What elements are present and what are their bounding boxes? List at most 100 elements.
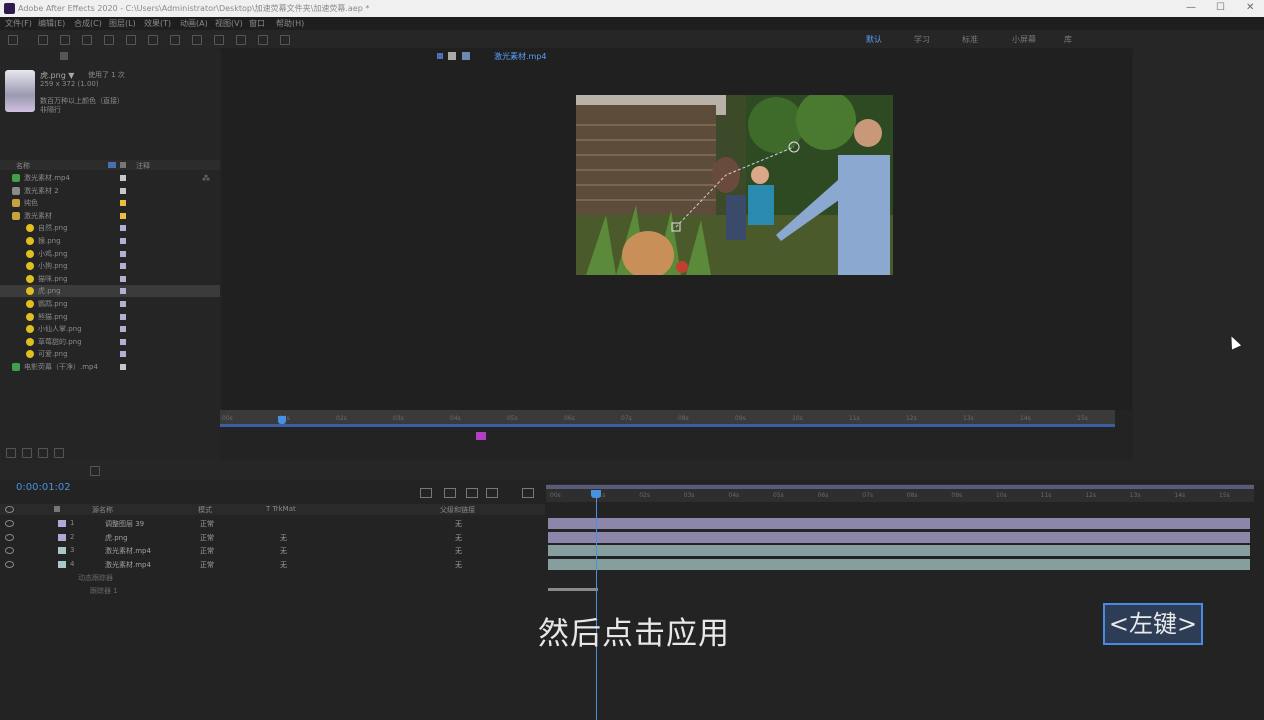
label-header-icon[interactable] (54, 506, 60, 512)
timeline-tab-icon[interactable] (90, 466, 100, 476)
layer-parent-dropdown[interactable]: 无 (455, 546, 462, 556)
close-button[interactable]: ✕ (1246, 2, 1254, 13)
footage-playhead-icon[interactable] (278, 416, 286, 424)
project-item[interactable]: 熊猫.png (0, 311, 220, 323)
visibility-eye-icon[interactable] (5, 533, 14, 541)
layer-label-swatch[interactable] (58, 547, 66, 554)
folder-icon[interactable] (22, 448, 32, 458)
project-item[interactable]: 纯色 (0, 197, 220, 209)
tracker-duration-bar[interactable] (548, 588, 598, 591)
timeline-work-area[interactable] (546, 485, 1254, 489)
label-color-swatch[interactable] (120, 301, 126, 307)
menu-help[interactable]: 帮助(H) (276, 18, 304, 29)
column-trkmat[interactable]: T TrkMat (266, 505, 296, 513)
layer-mode-dropdown[interactable]: 正常 (200, 560, 214, 570)
project-item[interactable]: 猴.png (0, 235, 220, 247)
layer-track-bar[interactable] (548, 558, 1250, 570)
project-item[interactable]: 小狗.png (0, 260, 220, 272)
layer-trkmat-dropdown[interactable]: 无 (280, 560, 287, 570)
layer-trkmat-dropdown[interactable]: 无 (280, 546, 287, 556)
project-item[interactable]: 激光素材.mp4 (0, 172, 220, 184)
visibility-eye-icon[interactable] (5, 560, 14, 568)
label-color-swatch[interactable] (120, 175, 126, 181)
project-item[interactable]: 激光素材 (0, 210, 220, 222)
layer-track-bar[interactable] (548, 518, 1250, 529)
layer-parent-dropdown[interactable]: 无 (455, 560, 462, 570)
layer-name[interactable]: 虎.png (105, 533, 128, 543)
column-name[interactable]: 名称 (16, 161, 30, 171)
project-item[interactable]: 电影荧幕（干净）.mp4 (0, 361, 220, 373)
current-timecode[interactable]: 0:00:01:02 (16, 482, 71, 493)
project-tab-icon[interactable] (60, 52, 68, 60)
label-color-swatch[interactable] (120, 250, 126, 257)
label-color-swatch[interactable] (120, 288, 126, 295)
layer-name[interactable]: 调整图层 39 (105, 519, 144, 529)
project-item[interactable]: 草莓甜的.png (0, 336, 220, 348)
layer-label-swatch[interactable] (58, 560, 66, 568)
layer-row[interactable]: 2 虎.png 正常 无 无 (0, 531, 545, 544)
sort-arrow-icon[interactable] (108, 162, 116, 168)
menu-edit[interactable]: 编辑(E) (38, 18, 65, 29)
menu-composition[interactable]: 合成(C) (74, 18, 102, 29)
project-item[interactable]: 可爱.png (0, 348, 220, 360)
label-tag-icon[interactable] (120, 162, 126, 168)
menu-window[interactable]: 窗口 (249, 18, 265, 29)
label-color-swatch[interactable] (120, 275, 126, 282)
pen-tool-icon[interactable] (192, 35, 202, 45)
workspace-small-screen[interactable]: 小屏幕 (1012, 34, 1036, 45)
label-color-swatch[interactable] (120, 338, 126, 345)
workspace-standard[interactable]: 标准 (962, 34, 978, 45)
label-color-swatch[interactable] (120, 225, 126, 232)
new-comp-icon[interactable] (38, 448, 48, 458)
layer-row[interactable]: 3 激光素材.mp4 正常 无 无 (0, 544, 545, 557)
workspace-libraries[interactable]: 库 (1064, 34, 1072, 45)
column-source-name[interactable]: 源名称 (92, 505, 113, 515)
column-mode[interactable]: 模式 (198, 505, 212, 515)
camera-tool-icon[interactable] (126, 35, 136, 45)
label-color-swatch[interactable] (120, 326, 126, 333)
layer-parent-dropdown[interactable]: 无 (455, 533, 462, 543)
project-item[interactable]: 猫咪.png (0, 273, 220, 285)
playhead-handle-icon[interactable] (590, 490, 601, 498)
menu-animation[interactable]: 动画(A) (180, 18, 208, 29)
motion-tracker-row[interactable]: 动态跟踪器 (78, 573, 113, 583)
layer-name[interactable]: 激光素材.mp4 (105, 546, 151, 556)
frame-blending-icon[interactable] (444, 488, 456, 498)
project-item[interactable]: 小鸡.png (0, 248, 220, 260)
label-color-swatch[interactable] (120, 238, 126, 244)
column-comment[interactable]: 注释 (136, 161, 150, 171)
marker-icon[interactable] (476, 432, 486, 440)
layer-track-bar[interactable] (548, 531, 1250, 543)
layer-track-bar[interactable] (548, 545, 1250, 556)
label-color-swatch[interactable] (120, 364, 126, 370)
project-item[interactable]: 激光素材 2 (0, 185, 220, 197)
home-icon[interactable] (8, 35, 18, 45)
layer-trkmat-dropdown[interactable]: 无 (280, 533, 287, 543)
visibility-eye-icon[interactable] (5, 547, 14, 554)
shape-tool-icon[interactable] (170, 35, 180, 45)
menu-view[interactable]: 视图(V) (215, 18, 243, 29)
motion-blur-icon[interactable] (466, 488, 478, 498)
menu-file[interactable]: 文件(F) (5, 18, 32, 29)
render-queue-icon[interactable] (6, 448, 16, 458)
label-color-swatch[interactable] (120, 263, 126, 270)
clone-tool-icon[interactable] (258, 35, 268, 45)
brush-tool-icon[interactable] (236, 35, 246, 45)
layer-label-swatch[interactable] (58, 533, 66, 541)
graph-editor-icon[interactable] (486, 488, 498, 498)
pan-behind-tool-icon[interactable] (148, 35, 158, 45)
layer-row[interactable]: 4 激光素材.mp4 正常 无 无 (0, 558, 545, 571)
shy-layers-icon[interactable] (420, 488, 432, 498)
rotate-tool-icon[interactable] (104, 35, 114, 45)
label-color-swatch[interactable] (120, 351, 126, 358)
project-item[interactable]: 鹦鹉.png (0, 298, 220, 310)
eraser-tool-icon[interactable] (280, 35, 290, 45)
trash-icon[interactable] (54, 448, 64, 458)
maximize-button[interactable]: ☐ (1216, 2, 1225, 13)
timeline-playhead[interactable] (595, 490, 597, 720)
layer-mode-dropdown[interactable]: 正常 (200, 546, 214, 556)
layer-parent-dropdown[interactable]: 无 (455, 519, 462, 529)
label-color-swatch[interactable] (120, 212, 126, 219)
menu-layer[interactable]: 图层(L) (109, 18, 136, 29)
draft-3d-icon[interactable] (522, 488, 534, 498)
